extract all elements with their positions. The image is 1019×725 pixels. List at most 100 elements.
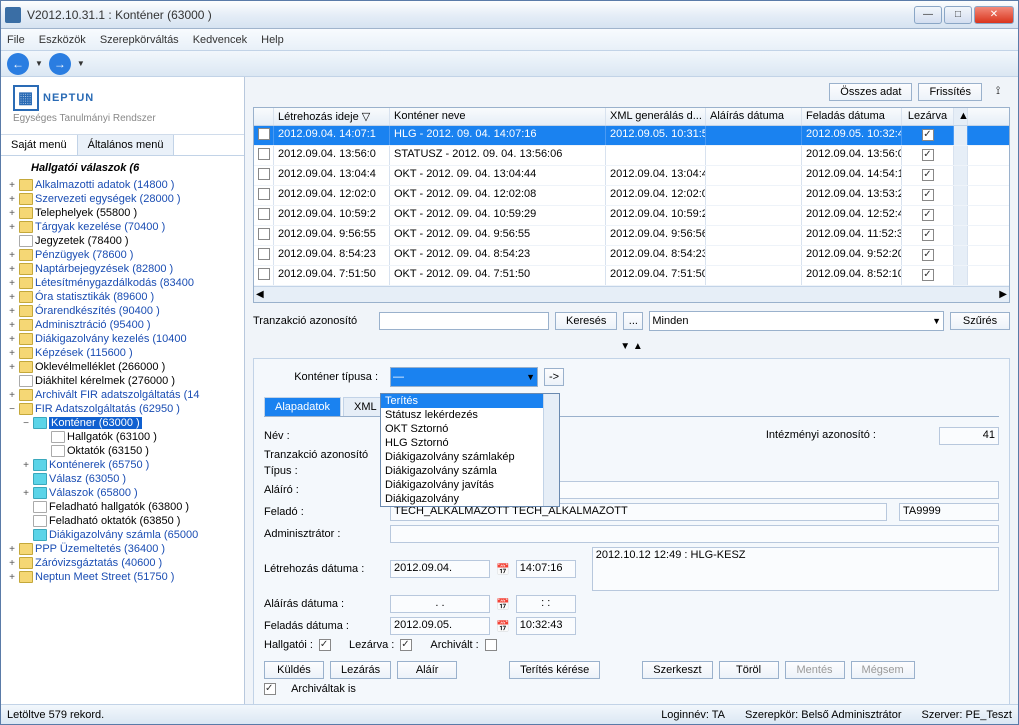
- torol-button[interactable]: Töröl: [719, 661, 779, 679]
- kuldes-button[interactable]: Küldés: [264, 661, 324, 679]
- all-data-button[interactable]: Összes adat: [829, 83, 912, 101]
- col-checkbox[interactable]: [254, 108, 274, 125]
- archivalt-checkbox[interactable]: [485, 639, 497, 651]
- table-row[interactable]: 2012.09.04. 12:02:0OKT - 2012. 09. 04. 1…: [254, 186, 1009, 206]
- opt-hlg-sztorno[interactable]: HLG Sztornó: [381, 436, 559, 450]
- menu-tools[interactable]: Eszközök: [39, 34, 86, 46]
- col-closed[interactable]: Lezárva: [902, 108, 954, 125]
- tree-item[interactable]: Hallgatók (63100 ): [3, 430, 242, 444]
- lezarva-checkbox[interactable]: [400, 639, 412, 651]
- minimize-button[interactable]: —: [914, 6, 942, 24]
- calendar-icon-3[interactable]: 📅: [496, 620, 510, 633]
- col-sign[interactable]: Aláírás dátuma: [706, 108, 802, 125]
- tree-item[interactable]: + Naptárbejegyzések (82800 ): [3, 262, 242, 276]
- search-input[interactable]: [379, 312, 549, 330]
- menu-role[interactable]: Szerepkörváltás: [100, 34, 179, 46]
- table-row[interactable]: 2012.09.04. 14:07:1HLG - 2012. 09. 04. 1…: [254, 126, 1009, 146]
- search-button[interactable]: Keresés: [555, 312, 617, 330]
- tree-item[interactable]: Oktatók (63150 ): [3, 444, 242, 458]
- opt-terites[interactable]: Terítés: [381, 394, 559, 408]
- pin-icon[interactable]: ⟟: [996, 85, 1010, 99]
- data-grid[interactable]: Létrehozás ideje ▽ Konténer neve XML gen…: [253, 107, 1010, 303]
- container-type-combo[interactable]: —▼: [390, 367, 538, 387]
- terites-button[interactable]: Terítés kérése: [509, 661, 600, 679]
- calendar-icon-2[interactable]: 📅: [496, 598, 510, 611]
- archis-checkbox[interactable]: [264, 683, 276, 695]
- table-row[interactable]: 2012.09.04. 9:56:55OKT - 2012. 09. 04. 9…: [254, 226, 1009, 246]
- tree-item[interactable]: + Alkalmazotti adatok (14800 ): [3, 178, 242, 192]
- col-created[interactable]: Létrehozás ideje ▽: [274, 108, 390, 125]
- tree-item[interactable]: + Telephelyek (55800 ): [3, 206, 242, 220]
- back-dropdown-icon[interactable]: ▼: [35, 59, 43, 68]
- fwd-dropdown-icon[interactable]: ▼: [77, 59, 85, 68]
- tree-item[interactable]: + Záróvizsgáztatás (40600 ): [3, 556, 242, 570]
- opt-diak-szamlakep[interactable]: Diákigazolvány számlakép: [381, 450, 559, 464]
- hallg-checkbox[interactable]: [319, 639, 331, 651]
- tree-item[interactable]: Feladható oktatók (63850 ): [3, 514, 242, 528]
- lezaras-button[interactable]: Lezárás: [330, 661, 391, 679]
- tree-item[interactable]: + Válaszok (65800 ): [3, 486, 242, 500]
- opt-diak[interactable]: Diákigazolvány: [381, 492, 559, 506]
- tree-item[interactable]: + Tárgyak kezelése (70400 ): [3, 220, 242, 234]
- go-button[interactable]: ->: [544, 368, 564, 386]
- splitter-arrows-icon[interactable]: ▼ ▲: [253, 341, 1010, 352]
- tab-alapadatok[interactable]: Alapadatok: [264, 397, 341, 416]
- tree[interactable]: Hallgatói válaszok (6 + Alkalmazotti ada…: [1, 156, 244, 704]
- tree-item[interactable]: + Képzések (115600 ): [3, 346, 242, 360]
- col-scroll-up[interactable]: ▲: [954, 108, 968, 125]
- tab-general-menu[interactable]: Általános menü: [78, 135, 175, 155]
- tree-item[interactable]: Jegyzetek (78400 ): [3, 234, 242, 248]
- search-more-button[interactable]: ...: [623, 312, 643, 330]
- opt-statusz[interactable]: Státusz lekérdezés: [381, 408, 559, 422]
- close-button[interactable]: ✕: [974, 6, 1014, 24]
- tree-item[interactable]: + Oklevélmelléklet (266000 ): [3, 360, 242, 374]
- col-xml[interactable]: XML generálás d...: [606, 108, 706, 125]
- dropdown-scrollbar[interactable]: [543, 394, 559, 506]
- opt-diak-javitas[interactable]: Diákigazolvány javítás: [381, 478, 559, 492]
- opt-diak-szamla[interactable]: Diákigazolvány számla: [381, 464, 559, 478]
- calendar-icon[interactable]: 📅: [496, 563, 510, 576]
- tree-item[interactable]: + PPP Üzemeltetés (36400 ): [3, 542, 242, 556]
- grid-hscroll[interactable]: ◀▶: [254, 286, 1009, 302]
- tree-item[interactable]: + Diákigazolvány kezelés (10400: [3, 332, 242, 346]
- table-row[interactable]: 2012.09.04. 7:51:50OKT - 2012. 09. 04. 7…: [254, 266, 1009, 286]
- nav-back-icon[interactable]: ←: [7, 53, 29, 75]
- table-row[interactable]: 2012.09.04. 8:54:23OKT - 2012. 09. 04. 8…: [254, 246, 1009, 266]
- tree-item[interactable]: + Adminisztráció (95400 ): [3, 318, 242, 332]
- alair-date[interactable]: . .: [390, 595, 490, 613]
- fel-time[interactable]: 10:32:43: [516, 617, 576, 635]
- tree-item[interactable]: + Pénzügyek (78600 ): [3, 248, 242, 262]
- letre-time[interactable]: 14:07:16: [516, 560, 576, 578]
- tree-item[interactable]: + Órarendkészítés (90400 ): [3, 304, 242, 318]
- opt-okt-sztorno[interactable]: OKT Sztornó: [381, 422, 559, 436]
- table-row[interactable]: 2012.09.04. 13:04:4OKT - 2012. 09. 04. 1…: [254, 166, 1009, 186]
- col-name[interactable]: Konténer neve: [390, 108, 606, 125]
- tree-item[interactable]: + Neptun Meet Street (51750 ): [3, 570, 242, 584]
- tree-item[interactable]: + Létesítménygazdálkodás (83400: [3, 276, 242, 290]
- letre-date[interactable]: 2012.09.04.: [390, 560, 490, 578]
- table-row[interactable]: 2012.09.04. 13:56:0STATUSZ - 2012. 09. 0…: [254, 146, 1009, 166]
- tree-item[interactable]: + Szervezeti egységek (28000 ): [3, 192, 242, 206]
- nav-forward-icon[interactable]: →: [49, 53, 71, 75]
- tab-own-menu[interactable]: Saját menü: [1, 135, 78, 155]
- alair-time[interactable]: : :: [516, 595, 576, 613]
- tree-item[interactable]: Diákigazolvány számla (65000: [3, 528, 242, 542]
- alair-button[interactable]: Aláír: [397, 661, 457, 679]
- tree-item[interactable]: − FIR Adatszolgáltatás (62950 ): [3, 402, 242, 416]
- menu-file[interactable]: File: [7, 34, 25, 46]
- filter-button[interactable]: Szűrés: [950, 312, 1010, 330]
- tree-item[interactable]: Feladható hallgatók (63800 ): [3, 500, 242, 514]
- menu-fav[interactable]: Kedvencek: [193, 34, 247, 46]
- szerkeszt-button[interactable]: Szerkeszt: [642, 661, 712, 679]
- tree-item[interactable]: + Óra statisztikák (89600 ): [3, 290, 242, 304]
- container-type-dropdown[interactable]: Terítés Státusz lekérdezés OKT Sztornó H…: [380, 393, 560, 507]
- tree-item[interactable]: − Konténer (63000 ): [3, 416, 242, 430]
- table-row[interactable]: 2012.09.04. 10:59:2OKT - 2012. 09. 04. 1…: [254, 206, 1009, 226]
- tree-item[interactable]: Válasz (63050 ): [3, 472, 242, 486]
- maximize-button[interactable]: □: [944, 6, 972, 24]
- menu-help[interactable]: Help: [261, 34, 284, 46]
- tree-item[interactable]: + Konténerek (65750 ): [3, 458, 242, 472]
- tree-item[interactable]: + Archivált FIR adatszolgáltatás (14: [3, 388, 242, 402]
- fel-date[interactable]: 2012.09.05.: [390, 617, 490, 635]
- tree-item[interactable]: Diákhitel kérelmek (276000 ): [3, 374, 242, 388]
